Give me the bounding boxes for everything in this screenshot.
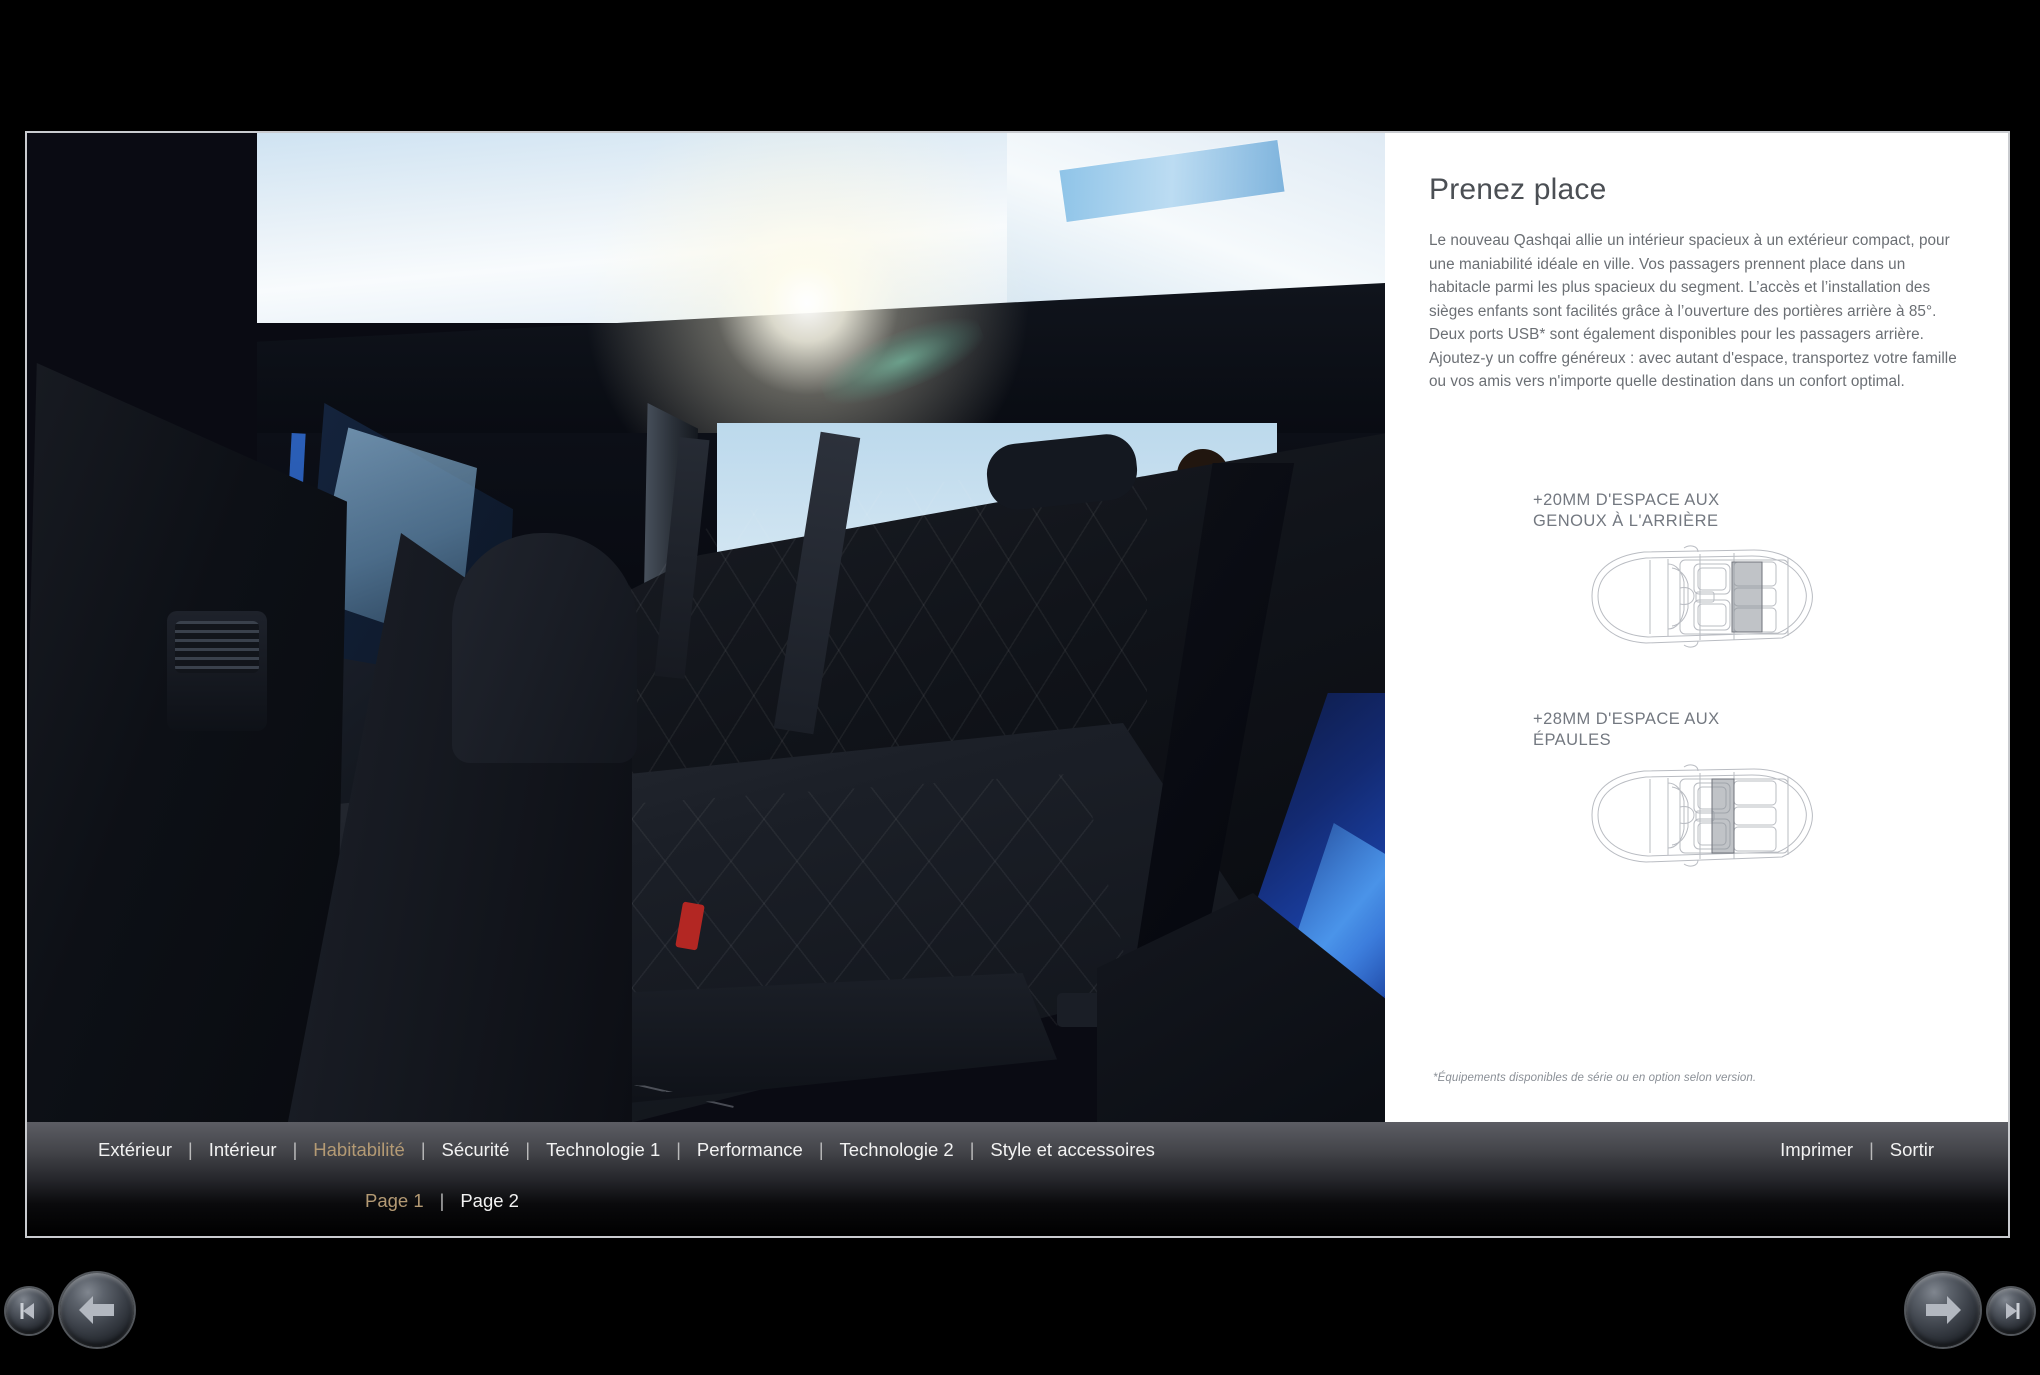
nav-item-interieur[interactable]: Intérieur <box>193 1139 293 1161</box>
page-link-2[interactable]: Page 2 <box>444 1190 535 1212</box>
section-links: Extérieur | Intérieur | Habitabilité | S… <box>82 1139 1171 1161</box>
nav-separator: | <box>188 1139 193 1160</box>
nav-item-performance[interactable]: Performance <box>681 1139 819 1161</box>
page-title: Prenez place <box>1429 173 1607 206</box>
car-top-view-knee-room-diagram <box>1429 544 1964 649</box>
nav-separator: | <box>292 1139 298 1160</box>
nav-item-exterieur[interactable]: Extérieur <box>82 1139 188 1161</box>
section-nav-row: Extérieur | Intérieur | Habitabilité | S… <box>27 1122 2008 1178</box>
nav-separator: | <box>676 1139 681 1160</box>
skip-forward-icon <box>2006 1303 2020 1319</box>
front-headrest <box>452 533 637 763</box>
interior-photo <box>27 133 1385 1122</box>
arrow-right-icon <box>1926 1296 1961 1324</box>
skip-back-icon <box>20 1303 34 1319</box>
first-page-button[interactable] <box>6 1288 52 1334</box>
nav-item-technologie-1[interactable]: Technologie 1 <box>530 1139 676 1161</box>
sun-flare <box>527 133 1087 463</box>
page-nav-row: Page 1 | Page 2 <box>27 1178 2008 1224</box>
footnote: *Équipements disponibles de série ou en … <box>1433 1072 1757 1084</box>
car-top-view-shoulder-room-diagram <box>1429 763 1964 868</box>
brochure-navigation-bar: Extérieur | Intérieur | Habitabilité | S… <box>27 1122 2008 1236</box>
nav-item-habitabilite[interactable]: Habitabilité <box>297 1139 421 1161</box>
info-panel: Prenez place Le nouveau Qashqai allie un… <box>1385 133 2008 1122</box>
brochure-frame: Prenez place Le nouveau Qashqai allie un… <box>25 131 2010 1238</box>
nav-separator: | <box>1869 1139 1874 1160</box>
nav-separator: | <box>439 1190 445 1211</box>
application-stage: Prenez place Le nouveau Qashqai allie un… <box>0 0 2040 1375</box>
nav-separator: | <box>420 1139 426 1160</box>
nav-item-securite[interactable]: Sécurité <box>426 1139 526 1161</box>
spec-shoulder-room-label: +28MM D'ESPACE AUX ÉPAULES <box>1533 709 1720 749</box>
nav-separator: | <box>969 1139 975 1160</box>
previous-page-button[interactable] <box>60 1273 134 1347</box>
arrow-left-icon <box>79 1296 114 1324</box>
next-page-button[interactable] <box>1906 1273 1980 1347</box>
nav-separator: | <box>818 1139 824 1160</box>
spec-shoulder-room: +28MM D'ESPACE AUX ÉPAULES <box>1429 709 1964 868</box>
page-link-1[interactable]: Page 1 <box>349 1190 440 1212</box>
intro-paragraph: Le nouveau Qashqai allie un intérieur sp… <box>1429 232 1957 391</box>
rear-air-vent-slats <box>175 621 259 673</box>
isofix-anchor <box>1057 993 1103 1027</box>
nav-item-style-et-accessoires[interactable]: Style et accessoires <box>974 1139 1171 1161</box>
print-button[interactable]: Imprimer <box>1764 1139 1869 1161</box>
page-content: Prenez place Le nouveau Qashqai allie un… <box>27 133 2008 1122</box>
nav-item-technologie-2[interactable]: Technologie 2 <box>824 1139 970 1161</box>
spec-knee-room-label: +20MM D'ESPACE AUX GENOUX À L'ARRIÈRE <box>1533 490 1720 530</box>
nav-actions: Imprimer | Sortir <box>1764 1122 1950 1178</box>
exit-button[interactable]: Sortir <box>1874 1139 1950 1161</box>
spec-knee-room: +20MM D'ESPACE AUX GENOUX À L'ARRIÈRE <box>1429 490 1964 649</box>
last-page-button[interactable] <box>1988 1288 2034 1334</box>
nav-separator: | <box>525 1139 531 1160</box>
